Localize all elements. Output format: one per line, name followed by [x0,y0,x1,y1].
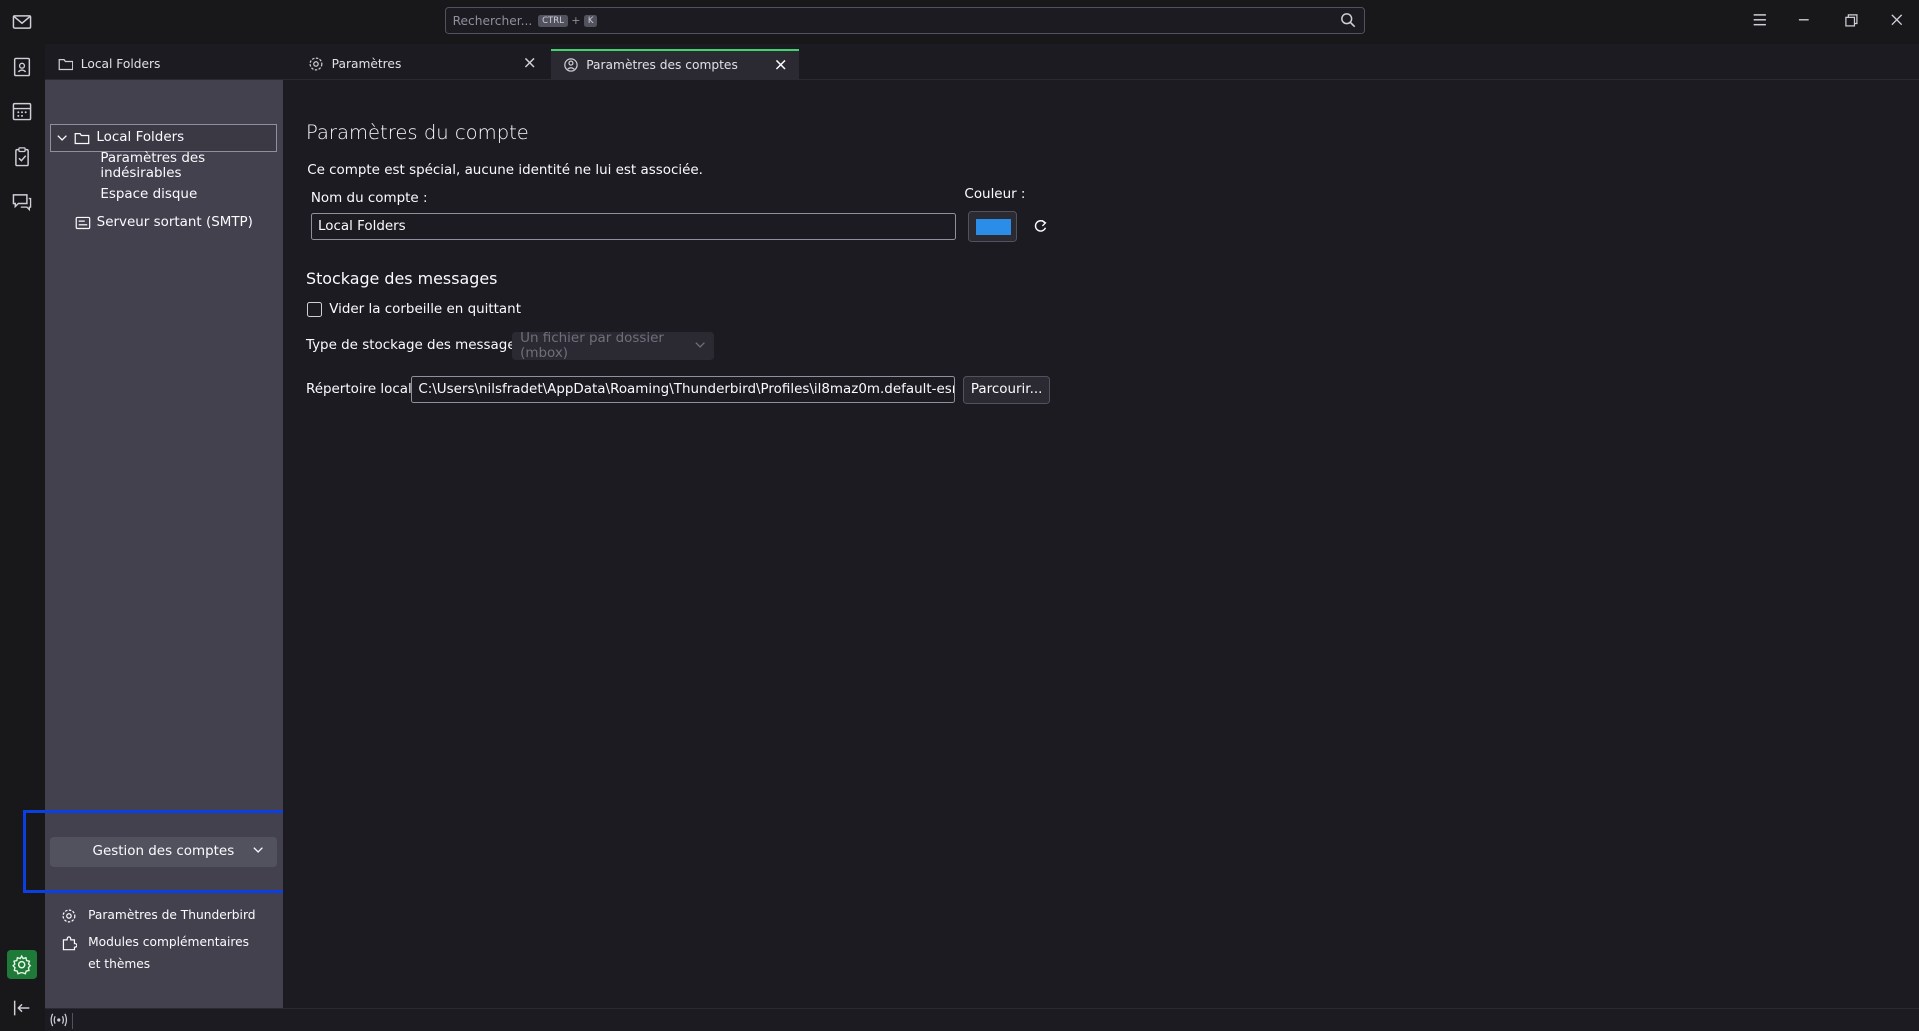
gear-icon [61,908,77,924]
title-bar: Rechercher... CTRL + K [45,0,1919,45]
puzzle-icon [61,935,78,975]
app-window: Rechercher... CTRL + K Local Folders Par… [0,0,1919,1031]
tab-parametres[interactable]: Paramètres [296,49,548,80]
tab-local-folders[interactable]: Local Folders [45,49,296,80]
search-input[interactable]: Rechercher... CTRL + K [445,7,1365,35]
tree-item-local-folders[interactable]: Local Folders [50,123,277,152]
folder-icon [74,130,90,146]
collapse-spaces-icon[interactable] [11,997,33,1019]
minimize-icon[interactable] [1794,10,1814,30]
account-name-input[interactable]: Local Folders [310,212,956,240]
address-book-icon[interactable] [11,56,33,78]
status-divider [72,1013,74,1030]
chat-icon[interactable] [11,190,33,212]
account-settings-content: Paramètres du compte Ce compte est spéci… [282,79,1919,1009]
calendar-icon[interactable] [11,100,33,122]
tab-label: Paramètres des comptes [586,58,738,73]
account-color-picker[interactable] [968,210,1018,243]
special-account-notice: Ce compte est spécial, aucune identité n… [307,162,703,178]
account-name-label: Nom du compte : [310,190,428,206]
tree-item-label: Paramètres des indésirables [100,151,206,182]
close-tab-icon[interactable] [774,58,787,71]
store-type-select[interactable]: Un fichier par dossier (mbox) [511,330,714,361]
restore-icon[interactable] [1841,10,1861,30]
mail-icon[interactable] [11,11,33,33]
tree-item-label: Espace disque [100,187,198,203]
chevron-down-icon[interactable] [56,132,68,144]
close-tab-icon[interactable] [523,56,536,69]
shortcut-key-ctrl: CTRL [538,14,568,27]
search-placeholder: Rechercher... [452,13,533,28]
tree-item-disk-space[interactable]: Espace disque [100,185,197,205]
empty-trash-checkbox[interactable] [307,302,322,317]
tree-item-label: Local Folders [96,130,185,146]
close-window-icon[interactable] [1887,10,1907,30]
empty-trash-label: Vider la corbeille en quittant [329,302,521,318]
highlight-box [23,810,299,894]
thunderbird-settings-link[interactable]: Paramètres de Thunderbird [61,904,256,926]
tree-item-label: Serveur sortant (SMTP) [96,215,253,231]
status-bar [45,1008,1919,1031]
online-status-icon[interactable] [49,1012,69,1028]
shortcut-key-k: K [584,14,598,27]
menu-icon[interactable] [1750,10,1770,30]
color-label: Couleur : [964,187,1026,203]
reset-color-icon[interactable] [1032,218,1049,235]
gear-icon [308,56,324,72]
page-title: Paramètres du compte [305,121,529,145]
addons-label: Modules complémentaires et thèmes [88,935,250,972]
tab-label: Local Folders [80,57,161,72]
tasks-icon[interactable] [11,146,33,168]
tab-account-settings[interactable]: Paramètres des comptes [550,48,800,80]
store-type-value: Un fichier par dossier (mbox) [520,330,664,361]
tree-item-junk-settings[interactable]: Paramètres des indésirables [100,151,282,181]
local-dir-input[interactable]: C:\Users\nilsfradet\AppData\Roaming\Thun… [411,375,955,403]
settings-space-icon[interactable] [7,949,37,980]
tree-item-smtp[interactable]: Serveur sortant (SMTP) [75,213,253,233]
thunderbird-settings-label: Paramètres de Thunderbird [88,908,256,923]
storage-heading: Stockage des messages [305,269,498,289]
store-type-label: Type de stockage des messages : [305,337,532,353]
shortcut-plus: + [571,14,581,28]
browse-button[interactable]: Parcourir... [963,375,1051,404]
search-icon[interactable] [1340,12,1356,28]
outgoing-server-icon [75,215,91,231]
addons-link[interactable]: Modules complémentaires et thèmes [61,931,269,975]
folder-icon [58,56,74,72]
tab-bar: Local Folders Paramètres Paramètres des … [45,44,1919,80]
chevron-down-icon [694,339,706,351]
color-swatch [976,218,1011,235]
tab-label: Paramètres [331,57,402,72]
local-dir-label: Répertoire local : [305,381,421,397]
account-settings-icon [563,57,579,73]
